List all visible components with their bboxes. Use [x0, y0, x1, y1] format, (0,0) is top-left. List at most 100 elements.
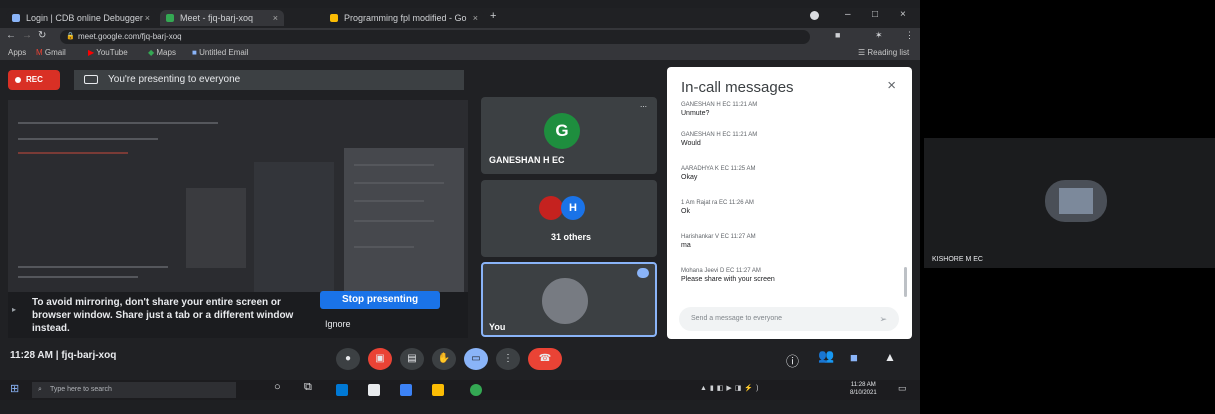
more-options-button[interactable]: ⋮	[496, 348, 520, 370]
others-count: 31 others	[550, 232, 592, 242]
file-explorer-icon[interactable]	[432, 384, 444, 396]
close-window-icon[interactable]: ×	[900, 9, 906, 20]
tab-label: Login | CDB online Debugger	[26, 13, 143, 23]
end-call-icon: ☎	[538, 353, 552, 364]
people-icon[interactable]: 👥	[818, 348, 834, 364]
chat-scrollbar[interactable]	[904, 267, 907, 297]
preview-panel	[186, 188, 246, 268]
bookmark-untitled[interactable]: ■ Untitled Email	[192, 48, 248, 58]
taskbar-clock[interactable]: 11:28 AM 8/10/2021	[850, 381, 877, 397]
kishore-avatar	[1045, 180, 1107, 222]
message-meta: 1 Am Rajat ra EC 11:26 AM	[681, 200, 754, 206]
preview-line	[18, 266, 168, 268]
present-button[interactable]: ▭	[464, 348, 488, 370]
system-tray-icons[interactable]: ▲▮◧▶◨⚡)	[700, 384, 761, 392]
bookmark-gmail[interactable]: M Gmail	[36, 48, 66, 58]
reading-list[interactable]: ☰ Reading list	[858, 48, 909, 58]
edge-icon[interactable]	[336, 384, 348, 396]
tab-programming[interactable]: Programming fpl modified - Go ×	[324, 10, 484, 26]
record-dot-icon	[15, 77, 21, 83]
captions-button[interactable]: ▤	[400, 348, 424, 370]
cortana-icon[interactable]: ○	[274, 381, 281, 393]
search-icon: ⌕	[38, 386, 42, 393]
avatar-image	[1059, 188, 1093, 214]
speaking-indicator-icon	[637, 268, 649, 278]
maximize-icon[interactable]: □	[872, 9, 878, 20]
camera-button[interactable]: ▣	[368, 348, 392, 370]
info-icon[interactable]: ⓘ	[786, 351, 799, 370]
participant-tile-you[interactable]: You	[481, 262, 657, 337]
preview-line	[18, 138, 158, 140]
debugger-favicon-icon	[12, 14, 20, 22]
menu-icon[interactable]: ⋮	[905, 30, 914, 41]
presenting-text: You're presenting to everyone	[108, 74, 241, 85]
close-tab-icon[interactable]: ×	[473, 10, 478, 26]
url-field[interactable]: 🔒 meet.google.com/fjq-barj-xoq	[60, 30, 810, 44]
task-view-icon[interactable]: ⧉	[304, 381, 312, 394]
url-text: meet.google.com/fjq-barj-xoq	[78, 32, 182, 41]
back-icon[interactable]: ←	[6, 30, 16, 41]
message-body: Okay	[681, 174, 698, 181]
preview-line	[18, 152, 128, 154]
extensions-icon[interactable]: ✶	[875, 30, 883, 41]
mic-icon: ●	[344, 353, 352, 364]
camera-indicator-icon[interactable]: ■	[835, 30, 840, 40]
tab-label: Programming fpl modified - Go	[344, 13, 467, 23]
stop-presenting-button[interactable]: Stop presenting	[320, 291, 440, 309]
chat-icon[interactable]: ■	[850, 350, 858, 365]
message-body: Unmute?	[681, 110, 710, 117]
preview-line	[354, 200, 424, 202]
message-body: Ok	[681, 208, 690, 215]
notifications-icon[interactable]: ▭	[898, 383, 907, 394]
browser-tab-bar: Login | CDB online Debugger × Meet - fjq…	[0, 8, 920, 28]
mail-icon[interactable]	[400, 384, 412, 396]
message-body: Would	[681, 140, 701, 147]
bookmarks-bar: Apps M Gmail ▶ YouTube ◆ Maps ■ Untitled…	[0, 46, 920, 60]
chat-message-input[interactable]: Send a message to everyone ➢	[679, 307, 899, 331]
activities-icon[interactable]: ▲	[884, 350, 896, 364]
close-tab-icon[interactable]: ×	[145, 10, 150, 26]
avatar-initial: H	[569, 202, 577, 214]
raise-hand-icon: ✋	[437, 353, 451, 364]
taskbar-search-placeholder: Type here to search	[50, 386, 112, 393]
forward-icon[interactable]: →	[22, 30, 32, 41]
preview-line	[354, 164, 434, 166]
store-icon[interactable]	[368, 384, 380, 396]
message-meta: GANESHAN H EC 11:21 AM	[681, 102, 758, 108]
mic-button[interactable]: ●	[336, 348, 360, 370]
close-tab-icon[interactable]: ×	[273, 10, 278, 26]
bookmark-apps[interactable]: Apps	[8, 48, 26, 58]
tab-debugger[interactable]: Login | CDB online Debugger ×	[6, 10, 156, 26]
close-chat-button[interactable]: ×	[887, 77, 896, 94]
taskbar-search[interactable]: ⌕ Type here to search	[32, 382, 236, 398]
end-call-button[interactable]: ☎	[528, 348, 562, 370]
ignore-button[interactable]: Ignore	[325, 319, 351, 329]
meet-favicon-icon	[166, 14, 174, 22]
participant-tile-ganeshan[interactable]: G GANESHAN H EC ⋯	[481, 97, 657, 174]
tile-menu-icon[interactable]: ⋯	[640, 103, 647, 111]
preview-panel	[344, 148, 464, 298]
reload-icon[interactable]: ↻	[38, 30, 46, 41]
chat-input-placeholder: Send a message to everyone	[691, 315, 783, 322]
chat-message: 1 Am Rajat ra EC 11:26 AM Ok	[681, 199, 891, 217]
bookmark-youtube[interactable]: ▶ YouTube	[88, 48, 128, 58]
windows-start-icon[interactable]: ⊞	[10, 382, 19, 395]
clock-date: 8/10/2021	[850, 390, 877, 396]
chat-title: In-call messages	[681, 79, 794, 96]
chat-message: GANESHAN H EC 11:21 AM Would	[681, 131, 891, 149]
lock-icon: 🔒	[66, 33, 75, 40]
chat-message: Mohana Jeevi D EC 11:27 AM Please share …	[681, 267, 891, 285]
chrome-icon[interactable]	[470, 384, 482, 396]
participant-photo-avatar	[539, 196, 563, 220]
participant-name: GANESHAN H EC	[489, 155, 565, 165]
presenting-banner: You're presenting to everyone	[74, 70, 464, 90]
send-icon[interactable]: ➢	[879, 307, 887, 331]
tab-meet[interactable]: Meet - fjq-barj-xoq ×	[160, 10, 284, 26]
minimize-icon[interactable]: –	[845, 9, 851, 20]
profile-icon[interactable]	[810, 11, 819, 20]
bookmark-maps[interactable]: ◆ Maps	[148, 48, 176, 58]
new-tab-icon[interactable]: +	[490, 10, 496, 22]
participant-tile-others[interactable]: H 31 others	[481, 180, 657, 257]
tab-label: Meet - fjq-barj-xoq	[180, 13, 254, 23]
raise-hand-button[interactable]: ✋	[432, 348, 456, 370]
